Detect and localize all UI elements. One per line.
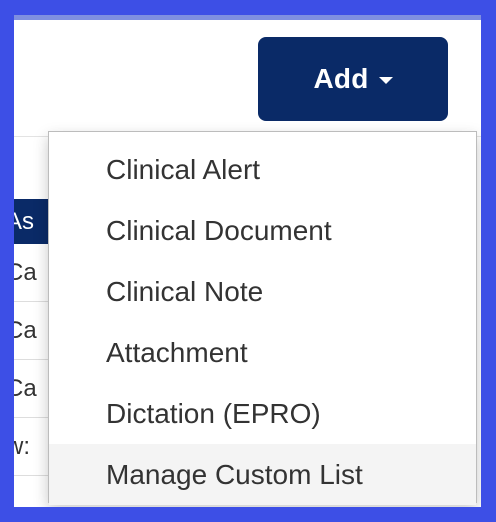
table-row-fragment: w: — [14, 433, 30, 460]
table-row[interactable]: Ca — [14, 360, 48, 418]
app-window: Add As Ca Ca Ca w: Clinical Alert Clinic… — [14, 15, 481, 507]
menu-item-clinical-alert[interactable]: Clinical Alert — [49, 139, 476, 200]
table-row[interactable]: Ca — [14, 244, 48, 302]
menu-item-dictation-epro[interactable]: Dictation (EPRO) — [49, 383, 476, 444]
menu-item-attachment[interactable]: Attachment — [49, 322, 476, 383]
add-button[interactable]: Add — [258, 37, 448, 121]
background-table: As Ca Ca Ca w: — [14, 199, 48, 507]
table-row-fragment: Ca — [14, 375, 37, 402]
table-header-fragment: As — [14, 208, 35, 235]
add-button-label: Add — [313, 63, 369, 94]
table-row-fragment: Ca — [14, 259, 37, 286]
table-row[interactable]: w: — [14, 418, 48, 476]
menu-item-clinical-document[interactable]: Clinical Document — [49, 200, 476, 261]
menu-item-clinical-note[interactable]: Clinical Note — [49, 261, 476, 322]
menu-item-manage-custom-list[interactable]: Manage Custom List — [49, 444, 476, 505]
table-row[interactable]: Ca — [14, 302, 48, 360]
add-dropdown-menu: Clinical Alert Clinical Document Clinica… — [48, 131, 477, 505]
table-header-cell: As — [14, 199, 48, 244]
table-row-fragment: Ca — [14, 317, 37, 344]
caret-down-icon — [378, 77, 393, 84]
top-band — [14, 15, 481, 20]
